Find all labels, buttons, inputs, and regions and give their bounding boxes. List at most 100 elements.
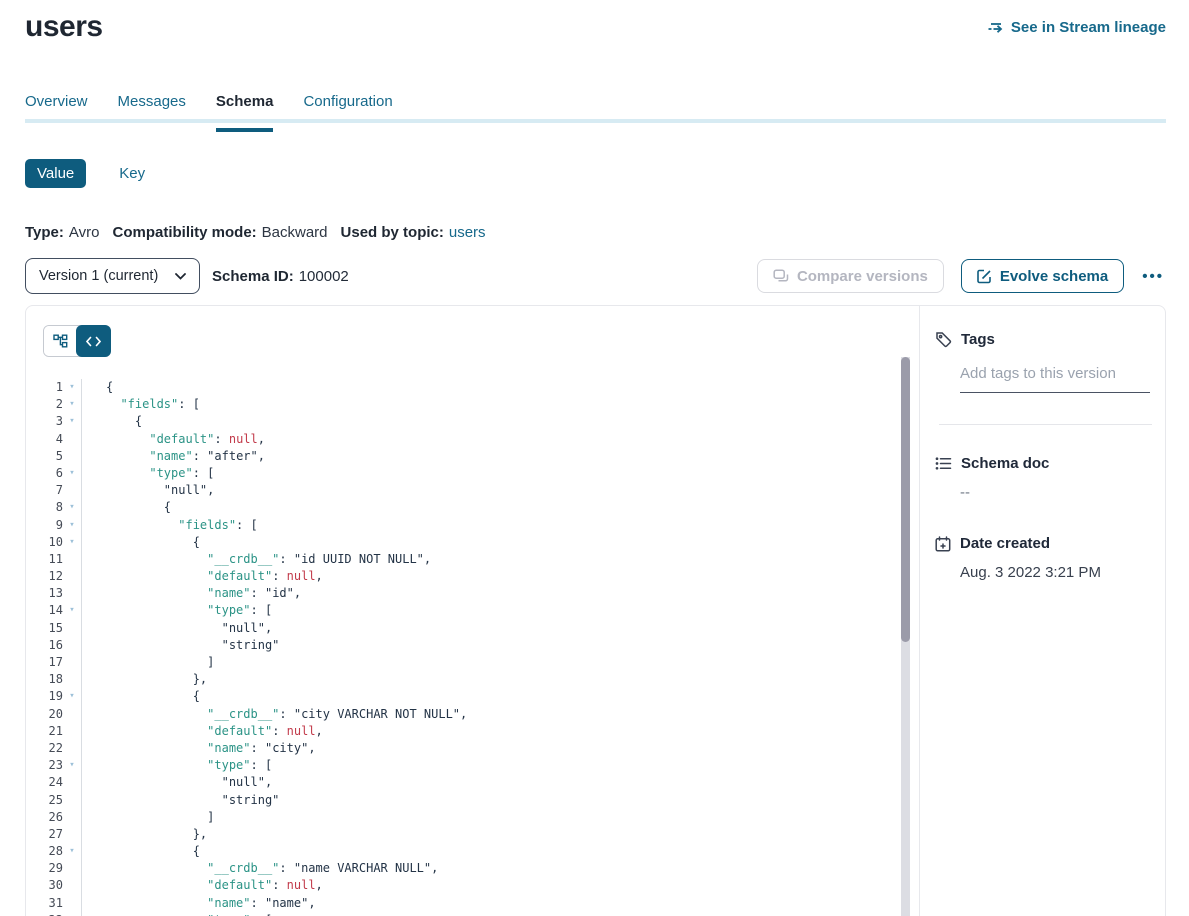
evolve-schema-button[interactable]: Evolve schema xyxy=(961,259,1124,293)
fold-spacer xyxy=(63,774,81,791)
line-number: 9 xyxy=(26,517,63,534)
page-header: users See in Stream lineage xyxy=(25,0,1166,44)
code-line: 18 }, xyxy=(26,671,919,688)
code-text: ] xyxy=(81,809,919,826)
compare-versions-label: Compare versions xyxy=(797,268,928,285)
see-in-stream-lineage-link[interactable]: See in Stream lineage xyxy=(987,19,1166,36)
code-line: 10▾ { xyxy=(26,534,919,551)
tag-icon xyxy=(935,331,952,348)
fold-spacer xyxy=(63,860,81,877)
code-line: 20 "__crdb__": "city VARCHAR NOT NULL", xyxy=(26,706,919,723)
chevron-down-icon xyxy=(175,273,186,280)
tab-overview[interactable]: Overview xyxy=(25,93,88,119)
fold-spacer xyxy=(63,826,81,843)
code-text: "default": null, xyxy=(81,431,919,448)
line-number: 19 xyxy=(26,688,63,705)
code-line: 5 "name": "after", xyxy=(26,448,919,465)
code-text: "type": [ xyxy=(81,757,919,774)
code-line: 24 "null", xyxy=(26,774,919,791)
tab-schema[interactable]: Schema xyxy=(216,93,274,119)
fold-toggle-icon[interactable]: ▾ xyxy=(63,602,81,619)
more-options-button[interactable]: ••• xyxy=(1140,264,1166,289)
fold-toggle-icon[interactable]: ▾ xyxy=(63,517,81,534)
code-line: 19▾ { xyxy=(26,688,919,705)
fold-spacer xyxy=(63,568,81,585)
tags-input[interactable] xyxy=(960,361,1150,393)
code-line: 4 "default": null, xyxy=(26,431,919,448)
fold-spacer xyxy=(63,448,81,465)
code-editor[interactable]: 1▾{2▾ "fields": [3▾ {4 "default": null,5… xyxy=(26,379,919,916)
value-toggle-button[interactable]: Value xyxy=(25,159,86,188)
code-line: 6▾ "type": [ xyxy=(26,465,919,482)
line-number: 6 xyxy=(26,465,63,482)
code-text: }, xyxy=(81,826,919,843)
fold-toggle-icon[interactable]: ▾ xyxy=(63,465,81,482)
code-line: 29 "__crdb__": "name VARCHAR NULL", xyxy=(26,860,919,877)
tree-view-button[interactable] xyxy=(44,326,77,356)
schema-doc-title: Schema doc xyxy=(961,455,1049,472)
schema-meta-row: Type: Avro Compatibility mode: Backward … xyxy=(25,224,1166,241)
tags-title: Tags xyxy=(961,331,995,348)
code-text: "fields": [ xyxy=(81,517,919,534)
code-text: "fields": [ xyxy=(81,396,919,413)
code-text: "string" xyxy=(81,792,919,809)
schema-page: users See in Stream lineage OverviewMess… xyxy=(0,0,1166,916)
version-select[interactable]: Version 1 (current) xyxy=(25,258,200,294)
tab-configuration[interactable]: Configuration xyxy=(303,93,392,119)
code-text: { xyxy=(81,379,919,396)
tab-messages[interactable]: Messages xyxy=(118,93,186,119)
tabs: OverviewMessagesSchemaConfiguration xyxy=(25,93,1166,110)
used-by-topic-label: Used by topic: xyxy=(341,224,444,241)
editor-scrollbar-thumb[interactable] xyxy=(901,357,910,642)
code-line: 32▾ "type": [ xyxy=(26,912,919,916)
fold-toggle-icon[interactable]: ▾ xyxy=(63,534,81,551)
fold-toggle-icon[interactable]: ▾ xyxy=(63,912,81,916)
fold-toggle-icon[interactable]: ▾ xyxy=(63,413,81,430)
code-view-button[interactable] xyxy=(76,325,111,357)
line-number: 13 xyxy=(26,585,63,602)
code-line: 27 }, xyxy=(26,826,919,843)
line-number: 4 xyxy=(26,431,63,448)
type-value: Avro xyxy=(69,224,100,241)
code-view-icon xyxy=(86,336,101,347)
version-select-value: Version 1 (current) xyxy=(39,268,158,284)
line-number: 26 xyxy=(26,809,63,826)
fold-toggle-icon[interactable]: ▾ xyxy=(63,379,81,396)
editor-scrollbar-track[interactable] xyxy=(901,357,910,916)
code-text: "string" xyxy=(81,637,919,654)
fold-toggle-icon[interactable]: ▾ xyxy=(63,757,81,774)
code-line: 13 "name": "id", xyxy=(26,585,919,602)
line-number: 22 xyxy=(26,740,63,757)
code-text: { xyxy=(81,534,919,551)
code-text: "null", xyxy=(81,774,919,791)
fold-spacer xyxy=(63,431,81,448)
compare-versions-button[interactable]: Compare versions xyxy=(757,259,944,293)
key-toggle-button[interactable]: Key xyxy=(119,165,145,182)
code-text: }, xyxy=(81,671,919,688)
schema-content: 1▾{2▾ "fields": [3▾ {4 "default": null,5… xyxy=(25,305,1166,916)
line-number: 8 xyxy=(26,499,63,516)
fold-spacer xyxy=(63,482,81,499)
fold-toggle-icon[interactable]: ▾ xyxy=(63,843,81,860)
code-line: 15 "null", xyxy=(26,620,919,637)
code-text: "name": "city", xyxy=(81,740,919,757)
fold-toggle-icon[interactable]: ▾ xyxy=(63,688,81,705)
topic-link[interactable]: users xyxy=(449,224,486,241)
fold-spacer xyxy=(63,740,81,757)
line-number: 20 xyxy=(26,706,63,723)
fold-spacer xyxy=(63,877,81,894)
value-key-toggle: Value Key xyxy=(25,159,1166,188)
schema-id-value: 100002 xyxy=(299,268,349,285)
code-text: "__crdb__": "name VARCHAR NULL", xyxy=(81,860,919,877)
code-line: 8▾ { xyxy=(26,499,919,516)
tags-header: Tags xyxy=(935,331,1147,348)
calendar-icon xyxy=(935,536,951,552)
tree-view-icon xyxy=(53,334,68,348)
fold-toggle-icon[interactable]: ▾ xyxy=(63,396,81,413)
code-text: "__crdb__": "id UUID NOT NULL", xyxy=(81,551,919,568)
fold-toggle-icon[interactable]: ▾ xyxy=(63,499,81,516)
date-created-value: Aug. 3 2022 3:21 PM xyxy=(960,564,1147,581)
code-text: "default": null, xyxy=(81,723,919,740)
code-text: "null", xyxy=(81,482,919,499)
fold-spacer xyxy=(63,654,81,671)
